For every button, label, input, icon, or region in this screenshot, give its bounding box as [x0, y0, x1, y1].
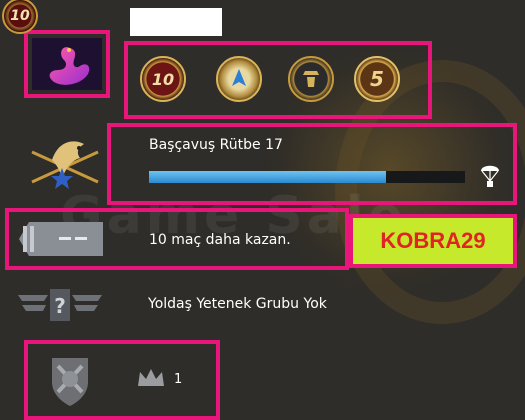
- medals-highlight: 1: [24, 340, 220, 420]
- skill-group-message: Yoldaş Yetenek Grubu Yok: [148, 296, 327, 312]
- service-medal-icon[interactable]: [42, 352, 98, 408]
- soldier-icon: [303, 71, 319, 87]
- level-5-coin-icon[interactable]: 5: [354, 56, 400, 102]
- player-name-field: [130, 8, 222, 36]
- skill-group-unknown-icon: ?: [18, 289, 102, 321]
- avatar-highlight: [24, 30, 110, 98]
- swan-icon: [49, 47, 90, 85]
- blue-wing-icon: [232, 69, 246, 86]
- rank-highlight: Başçavuş Rütbe 17: [107, 123, 517, 205]
- medal-count: 1: [174, 372, 183, 387]
- wins-needed-message: 10 maç daha kazan.: [149, 232, 291, 248]
- coins-highlight: 10 5: [124, 41, 432, 119]
- crown-icon: [138, 369, 164, 386]
- parachute-icon[interactable]: [479, 161, 501, 189]
- eagle-rank-icon: [31, 141, 99, 189]
- avatar[interactable]: [32, 38, 102, 90]
- unranked-rank-icon: [19, 222, 103, 256]
- promo-highlight: KOBRA29: [349, 214, 517, 268]
- rank-title: Başçavuş Rütbe 17: [149, 137, 283, 153]
- rank-progress-fill: [149, 171, 386, 183]
- soldier-emblem-coin-icon[interactable]: [288, 56, 334, 102]
- rank-progress-bar: [149, 171, 465, 183]
- wins-highlight: 10 maç daha kazan.: [5, 208, 349, 270]
- promo-code-label: KOBRA29: [353, 218, 513, 264]
- level-badge: 10: [2, 0, 38, 34]
- level-10-coin-icon[interactable]: 10: [140, 56, 186, 102]
- blue-service-coin-icon[interactable]: [216, 56, 262, 102]
- svg-text:?: ?: [54, 294, 66, 318]
